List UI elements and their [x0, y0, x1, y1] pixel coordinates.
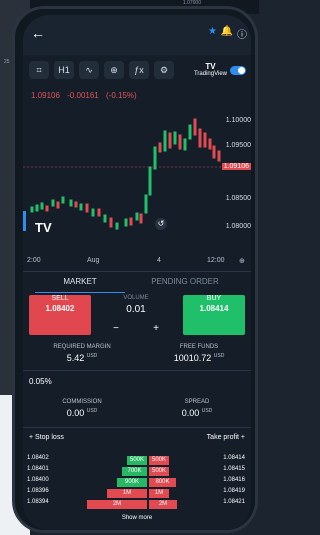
order-book-row: 1.08394 2M 2M 1.08421 — [27, 499, 245, 509]
candle — [115, 222, 119, 230]
top-bar: ← ★ 🔔 ⓘ — [23, 15, 251, 55]
indicators-icon[interactable]: ƒx — [129, 61, 149, 79]
candle — [168, 132, 172, 149]
decrease-volume-button[interactable]: − — [113, 323, 119, 334]
trade-panel: SELL 1.08402 VOLUME 0.01 − + BUY 1.08414 — [23, 295, 251, 335]
candle — [148, 166, 152, 196]
candle — [103, 214, 107, 223]
candle — [198, 128, 202, 148]
tradingview-toggle[interactable] — [230, 66, 246, 75]
candle — [69, 199, 73, 207]
candle — [188, 124, 192, 140]
tradingview-watermark-icon: TV — [35, 220, 52, 235]
candle — [193, 118, 197, 136]
candle — [51, 199, 55, 207]
free-funds: FREE FUNDS 10010.72 USD — [173, 344, 225, 363]
order-book: 1.08402 500K 500K 1.08414 1.08401 700K 500K 1.… — [23, 455, 251, 513]
order-book-row: 1.08401 700K 500K 1.08415 — [27, 466, 245, 476]
current-price-label: 1.09106 — [221, 163, 251, 170]
candle — [85, 203, 89, 213]
reset-chart-icon[interactable]: ↺ — [155, 218, 167, 230]
candle — [212, 145, 216, 159]
candle — [61, 196, 65, 204]
candle — [139, 213, 143, 224]
back-button[interactable]: ← — [31, 25, 45, 41]
price-label: 1.10000 — [225, 117, 251, 124]
phone-frame: ← ★ 🔔 ⓘ ⌗ H1 ∿ ⊕ ƒx ⚙ TV TradingView 1.09… — [12, 6, 258, 533]
tradingview-logo: TV TradingView — [193, 62, 227, 77]
tab-pending-order[interactable]: PENDING ORDER — [135, 272, 235, 292]
show-more-button[interactable]: Show more — [23, 515, 251, 521]
left-scroll-handle — [23, 211, 26, 231]
fullscreen-icon[interactable]: ⌗ — [29, 61, 49, 79]
candle — [74, 201, 78, 208]
volume-value[interactable]: 0.01 — [105, 304, 167, 315]
candle — [173, 131, 177, 145]
candle — [144, 194, 148, 214]
candles — [23, 118, 251, 231]
chart-type-icon[interactable]: ∿ — [79, 61, 99, 79]
candle — [56, 201, 60, 209]
take-profit-button[interactable]: Take profit + — [207, 434, 245, 441]
tab-market[interactable]: MARKET — [35, 272, 125, 293]
background-side-value: 25 — [4, 59, 10, 65]
increase-volume-button[interactable]: + — [153, 323, 159, 334]
commission: COMMISSION 0.00 USD — [62, 399, 102, 418]
sell-button[interactable]: SELL 1.08402 — [29, 295, 91, 335]
candle — [203, 132, 207, 148]
candle — [35, 204, 39, 212]
candle — [158, 142, 162, 153]
volume-control: VOLUME 0.01 − + — [105, 295, 167, 335]
order-tabs: MARKET PENDING ORDER — [23, 271, 251, 293]
candle — [45, 205, 49, 212]
screen: ← ★ 🔔 ⓘ ⌗ H1 ∿ ⊕ ƒx ⚙ TV TradingView 1.09… — [23, 15, 251, 530]
candle — [79, 203, 83, 211]
volume-label: VOLUME — [123, 295, 149, 301]
price-label: 1.08000 — [225, 223, 251, 230]
candle — [183, 138, 187, 151]
x-axis-label: 4 — [157, 257, 161, 264]
x-axis-label: 12:00 — [207, 257, 225, 264]
candle — [208, 138, 212, 150]
candle — [40, 202, 44, 210]
divider — [23, 370, 251, 371]
candle — [91, 208, 95, 217]
timeframe-button[interactable]: H1 — [54, 61, 74, 79]
order-book-row: 1.08396 1M 1M 1.08419 — [27, 488, 245, 498]
candle — [97, 208, 101, 217]
order-book-row: 1.08402 500K 500K 1.08414 — [27, 455, 245, 465]
x-axis-label: 2:00 — [27, 257, 41, 264]
candle — [129, 217, 133, 226]
candle — [135, 212, 139, 221]
sell-price: 1.08402 — [45, 304, 75, 313]
settings-icon[interactable]: ⚙ — [154, 61, 174, 79]
price-label: 1.09500 — [225, 142, 251, 149]
bell-icon[interactable]: 🔔 — [221, 26, 233, 37]
candle — [163, 130, 167, 152]
chart-settings-icon[interactable]: ⊕ — [239, 257, 245, 265]
star-icon[interactable]: ★ — [208, 26, 217, 37]
order-book-row: 1.08400 900K 800K 1.08416 — [27, 477, 245, 487]
x-axis-label: Aug — [87, 257, 100, 264]
crosshair-icon[interactable]: ⊕ — [104, 61, 124, 79]
candle — [30, 206, 34, 213]
spread: SPREAD 0.00 USD — [181, 399, 213, 418]
candle — [178, 134, 182, 150]
required-margin: REQUIRED MARGIN 5.42 USD — [53, 344, 111, 363]
chart-toolbar: ⌗ H1 ∿ ⊕ ƒx ⚙ TV TradingView — [23, 61, 251, 85]
buy-price: 1.08414 — [199, 304, 229, 313]
info-icon[interactable]: ⓘ — [237, 26, 247, 41]
buy-button[interactable]: BUY 1.08414 — [183, 295, 245, 335]
stop-loss-button[interactable]: + Stop loss — [29, 434, 64, 441]
margin-percent: 0.05% — [29, 377, 52, 386]
candle — [153, 146, 157, 170]
candle — [124, 218, 128, 227]
candle — [217, 150, 221, 162]
candle — [109, 217, 113, 228]
divider — [23, 427, 251, 428]
price-chart: 1.09106 -0.00161 (-0.15%) 1.10000 1.0950… — [23, 87, 251, 265]
price-label: 1.08500 — [225, 195, 251, 202]
buy-label: BUY — [206, 295, 222, 302]
sell-label: SELL — [51, 295, 69, 302]
